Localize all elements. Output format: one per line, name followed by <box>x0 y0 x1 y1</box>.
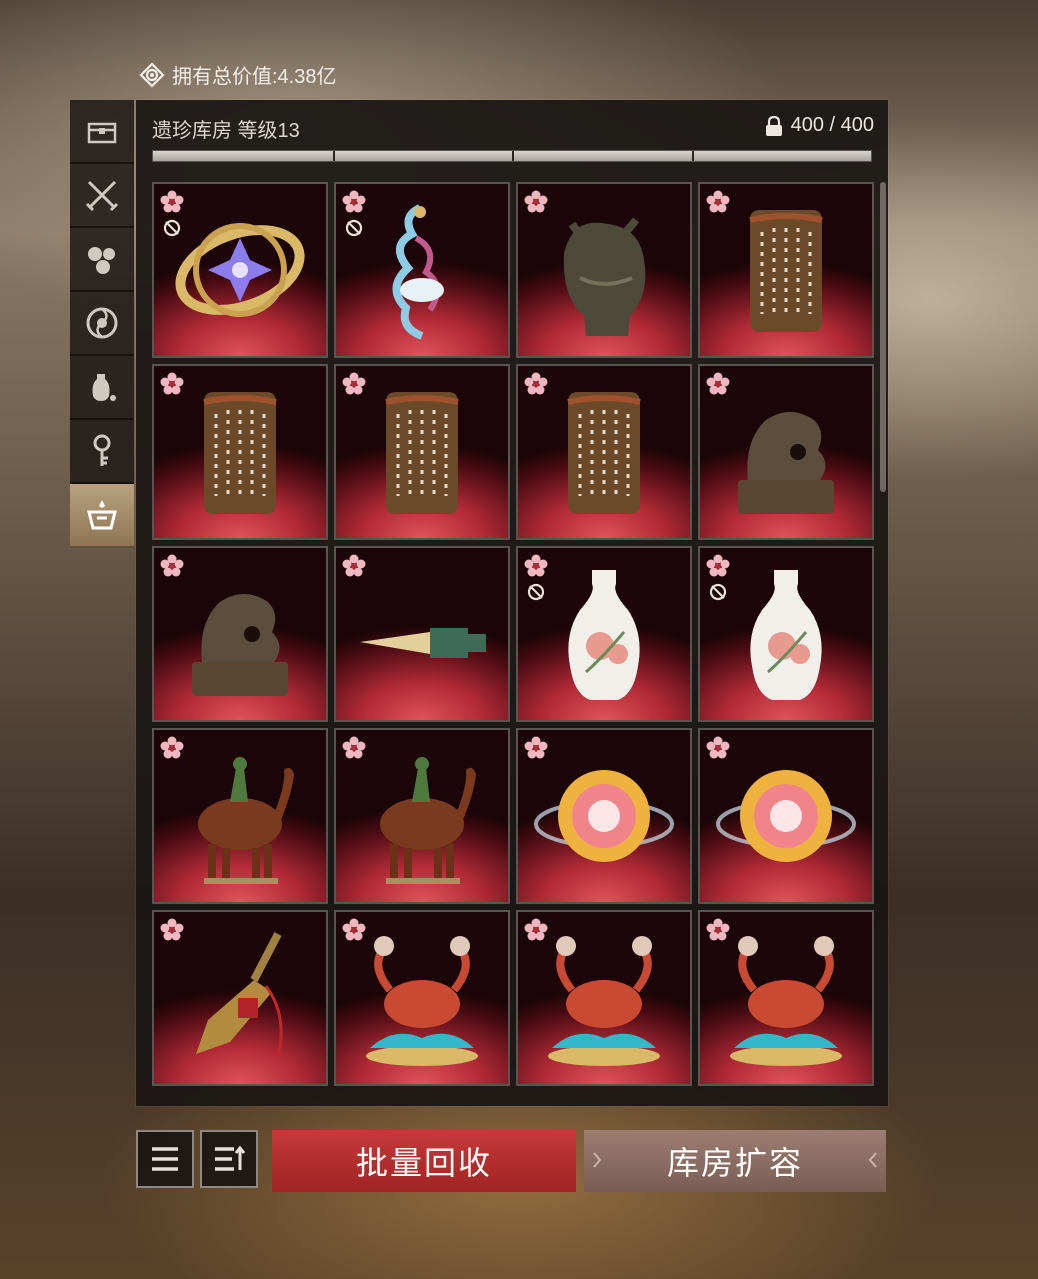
crab-on-waves-art <box>730 936 842 1066</box>
swirl-emblem-icon <box>86 307 118 339</box>
inventory-slot[interactable] <box>698 728 874 904</box>
camel-rider-art <box>198 757 294 884</box>
stone-seal-art <box>385 392 459 514</box>
capacity-indicator: 400 / 400 <box>765 114 874 137</box>
expand-warehouse-button[interactable]: 库房扩容 <box>584 1130 886 1192</box>
sort-icon <box>215 1145 246 1171</box>
inventory-slot[interactable] <box>152 910 328 1086</box>
camel-rider-art <box>380 757 476 884</box>
warehouse-header: 遗珍库房 等级13 400 / 400 <box>136 100 888 172</box>
inventory-slot[interactable] <box>516 182 692 358</box>
stone-seal-art <box>567 392 641 514</box>
warehouse-panel: 遗珍库房 等级13 400 / 400 <box>136 100 888 1106</box>
capacity-text: 400 / 400 <box>790 114 874 136</box>
inventory-slot[interactable] <box>698 364 874 540</box>
bar-divider <box>691 151 694 161</box>
stone-seal-art <box>203 392 277 514</box>
inventory-slot[interactable] <box>334 364 510 540</box>
bronze-beast-vessel-art <box>563 217 646 336</box>
total-value: 拥有总价值:4.38亿 <box>138 60 336 89</box>
capacity-bar <box>152 150 872 162</box>
armillary-sphere-art <box>175 223 305 317</box>
glowing-orb-art <box>534 770 674 862</box>
tab-emblem[interactable] <box>70 292 134 356</box>
inventory-slot[interactable] <box>698 182 874 358</box>
list-view-button[interactable] <box>136 1130 194 1188</box>
ritual-bell-art <box>196 932 283 1057</box>
inventory-slot[interactable] <box>698 546 874 722</box>
stone-seal-art <box>749 210 823 332</box>
phoenix-art <box>392 204 444 340</box>
tab-chest[interactable] <box>70 100 134 164</box>
sort-button[interactable] <box>200 1130 258 1188</box>
vase-icon <box>92 374 116 401</box>
animal-seal-art <box>738 412 834 514</box>
chest-icon <box>87 122 117 144</box>
inventory-slot[interactable] <box>152 364 328 540</box>
inventory-slot[interactable] <box>152 182 328 358</box>
inventory-slot[interactable] <box>516 546 692 722</box>
scrollbar[interactable] <box>880 182 886 492</box>
crab-on-waves-art <box>366 936 478 1066</box>
bar-divider <box>512 151 514 161</box>
tab-weapons[interactable] <box>70 164 134 228</box>
warehouse-title: 遗珍库房 等级13 <box>152 120 300 142</box>
batch-recycle-button[interactable]: 批量回收 <box>272 1130 576 1192</box>
chevron-left-icon <box>868 1152 877 1168</box>
inventory-slot[interactable] <box>152 728 328 904</box>
animal-seal-art <box>192 594 288 696</box>
inventory-slot[interactable] <box>516 728 692 904</box>
inventory-slot[interactable] <box>334 910 510 1086</box>
category-tabs <box>70 100 134 548</box>
jade-dagger-art <box>360 628 486 658</box>
tab-keys[interactable] <box>70 420 134 484</box>
bottom-actions: 批量回收 库房扩容 <box>136 1130 888 1192</box>
tab-vases[interactable] <box>70 356 134 420</box>
inventory-slot[interactable] <box>334 728 510 904</box>
treasure-altar-icon <box>87 500 117 530</box>
glowing-orb-art <box>716 770 856 862</box>
key-icon <box>93 434 111 466</box>
crossed-swords-icon <box>85 180 119 212</box>
inventory-slot[interactable] <box>334 546 510 722</box>
gems-icon <box>88 247 115 274</box>
crab-on-waves-art <box>548 936 660 1066</box>
tab-gems[interactable] <box>70 228 134 292</box>
inventory-slot[interactable] <box>152 546 328 722</box>
porcelain-vase-art <box>750 570 822 700</box>
lock-icon <box>765 115 782 136</box>
chevron-right-icon <box>593 1152 602 1168</box>
porcelain-vase-art <box>568 570 640 700</box>
menu-icon <box>152 1147 178 1171</box>
inventory-slot[interactable] <box>334 182 510 358</box>
tab-treasures[interactable] <box>70 484 134 548</box>
total-value-text: 拥有总价值:4.38亿 <box>172 66 337 88</box>
inventory-slot[interactable] <box>516 364 692 540</box>
inventory-slot[interactable] <box>516 910 692 1086</box>
inventory-slot[interactable] <box>698 910 874 1086</box>
bar-divider <box>332 151 335 161</box>
eye-icon <box>139 61 165 88</box>
expand-warehouse-label: 库房扩容 <box>666 1145 803 1181</box>
item-grid <box>152 182 874 1086</box>
